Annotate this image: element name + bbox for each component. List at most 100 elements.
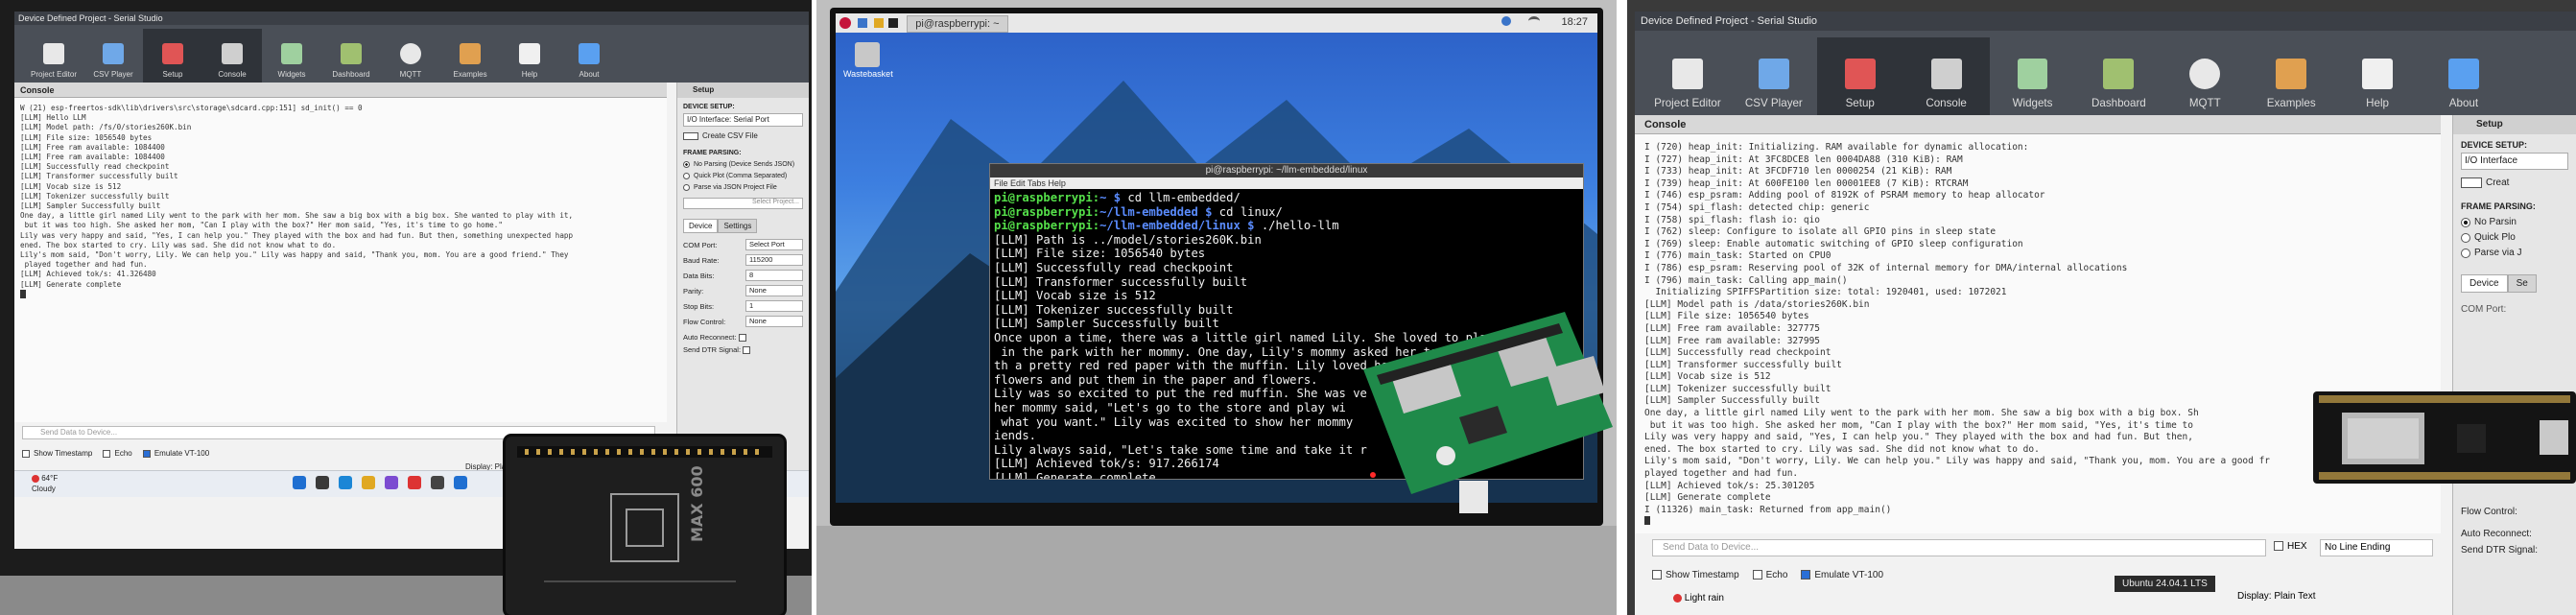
emulate-vt100-checkbox[interactable] bbox=[142, 449, 151, 458]
device-field-value[interactable]: None bbox=[745, 316, 803, 327]
create-csv-switch[interactable] bbox=[683, 131, 698, 140]
device-field-value[interactable]: None bbox=[745, 285, 803, 296]
terminal-title: pi@raspberrypi: ~/llm-embedded/linux bbox=[990, 164, 1583, 177]
frame-parsing-option[interactable]: Parse via JSON Project File bbox=[683, 182, 803, 194]
weather-widget[interactable]: 64°F Cloudy bbox=[32, 473, 58, 494]
frame-parsing-radio[interactable] bbox=[683, 172, 690, 179]
wifi-icon[interactable] bbox=[1528, 16, 1540, 26]
toolbar-dashboard[interactable]: Dashboard bbox=[321, 29, 381, 83]
console-line: [LLM] Vocab size is 512 bbox=[1644, 371, 1771, 383]
toolbar-project-editor[interactable]: Project Editor bbox=[24, 29, 83, 83]
serial-studio-window: Device Defined Project - Serial Studio P… bbox=[1635, 12, 2576, 615]
auto-reconnect-row[interactable]: Auto Reconnect: bbox=[683, 333, 803, 343]
auto-reconnect-checkbox[interactable] bbox=[738, 334, 746, 343]
show-timestamp-checkbox[interactable] bbox=[22, 449, 30, 458]
tab-device[interactable]: Device bbox=[683, 219, 719, 233]
frame-parsing-option[interactable]: Quick Plot (Comma Separated) bbox=[683, 171, 803, 182]
terminal-command: ./hello-llm bbox=[1254, 219, 1339, 233]
taskbar-app-icon[interactable] bbox=[362, 476, 375, 489]
frame-parsing-option[interactable]: No Parsing (Device Sends JSON) bbox=[683, 159, 803, 171]
toolbar-mqtt[interactable]: MQTT bbox=[2162, 37, 2248, 115]
terminal-command: cd llm-embedded/ bbox=[1121, 191, 1241, 204]
tab-settings[interactable]: Se bbox=[2507, 274, 2537, 294]
hex-checkbox[interactable] bbox=[2274, 541, 2283, 552]
wastebasket-icon[interactable] bbox=[855, 42, 880, 67]
console-line: I (754) spi_flash: detected chip: generi… bbox=[1644, 201, 1870, 213]
device-field-value[interactable]: Select Port bbox=[745, 239, 803, 250]
frame-parsing-option[interactable]: Quick Plo bbox=[2461, 230, 2568, 246]
toolbar-console[interactable]: Console bbox=[202, 29, 262, 83]
io-interface-select[interactable]: I/O Interface bbox=[2461, 153, 2568, 170]
frame-parsing-radio[interactable] bbox=[2461, 232, 2470, 243]
select-project-button[interactable]: Select Project... bbox=[683, 198, 803, 209]
emulate-vt100-checkbox[interactable] bbox=[1801, 570, 1811, 580]
send-data-input[interactable]: Send Data to Device... bbox=[1652, 539, 2266, 556]
toolbar-setup[interactable]: Setup bbox=[1816, 36, 1903, 115]
hex-option[interactable]: HEX bbox=[2274, 541, 2307, 552]
frame-parsing-radio[interactable] bbox=[683, 160, 690, 168]
toolbar-widgets[interactable]: Widgets bbox=[1990, 37, 2076, 115]
toolbar-csv-player[interactable]: CSV Player bbox=[83, 29, 143, 83]
send-dtr-label: Send DTR Signal: bbox=[2461, 545, 2539, 556]
taskbar-app-icon[interactable] bbox=[293, 476, 306, 489]
com-port-label: COM Port: bbox=[2461, 304, 2507, 316]
console-line: I (733) heap_init: At 3FCDF710 len 00002… bbox=[1644, 166, 1952, 177]
create-csv-toggle[interactable]: Create CSV File bbox=[683, 131, 803, 140]
toolbar-dashboard[interactable]: Dashboard bbox=[2075, 37, 2162, 115]
tab-device[interactable]: Device bbox=[2461, 274, 2508, 294]
taskbar-app-icon[interactable] bbox=[316, 476, 329, 489]
send-dtr-checkbox[interactable] bbox=[743, 346, 751, 355]
terminal-line: [LLM] Path is ../model/stories260K.bin bbox=[994, 232, 1262, 247]
device-field-value[interactable]: 1 bbox=[745, 300, 803, 312]
console-line: ened. The box started to cry. Lily was s… bbox=[20, 240, 337, 249]
toolbar-examples[interactable]: Examples bbox=[2248, 37, 2334, 115]
toolbar-label: CSV Player bbox=[93, 70, 133, 79]
toolbar-about[interactable]: About bbox=[2421, 37, 2507, 115]
file-manager-icon[interactable] bbox=[874, 18, 885, 28]
taskbar-app-icon[interactable] bbox=[454, 476, 467, 489]
taskbar-app-icon[interactable] bbox=[431, 476, 444, 489]
weather-widget[interactable]: Light rain bbox=[1673, 593, 1724, 603]
echo-checkbox[interactable] bbox=[1752, 570, 1762, 580]
frame-parsing-option[interactable]: No Parsin bbox=[2461, 215, 2568, 230]
create-csv-switch[interactable] bbox=[2461, 177, 2482, 188]
io-interface-select[interactable]: I/O Interface: Serial Port bbox=[683, 113, 803, 127]
terminal-icon[interactable] bbox=[888, 18, 899, 28]
device-field-value[interactable]: 115200 bbox=[745, 254, 803, 266]
frame-parsing-radio[interactable] bbox=[2461, 248, 2470, 258]
toolbar-examples[interactable]: Examples bbox=[440, 29, 500, 83]
device-field-label: Stop Bits: bbox=[683, 301, 715, 311]
console-line: I (739) heap_init: At 600FE100 len 00001… bbox=[1644, 177, 1969, 189]
line-ending-select[interactable]: No Line Ending bbox=[2320, 539, 2433, 556]
console-line: W (21) esp-freertos-sdk\lib\drivers\src\… bbox=[20, 104, 363, 112]
echo-checkbox[interactable] bbox=[103, 449, 111, 458]
toolbar-setup[interactable]: Setup bbox=[143, 29, 202, 83]
toolbar-about[interactable]: About bbox=[559, 29, 619, 83]
terminal-menu[interactable]: File Edit Tabs Help bbox=[990, 177, 1583, 189]
taskbar-app-icon[interactable] bbox=[339, 476, 352, 489]
taskbar-window-button[interactable]: pi@raspberrypi: ~ bbox=[907, 15, 1008, 33]
raspberry-menu-icon[interactable] bbox=[839, 17, 851, 29]
frame-parsing-radio[interactable] bbox=[2461, 217, 2470, 227]
taskbar-app-icon[interactable] bbox=[385, 476, 398, 489]
bluetooth-icon[interactable] bbox=[1501, 16, 1511, 26]
browser-icon[interactable] bbox=[858, 18, 868, 28]
toolbar-help[interactable]: Help bbox=[2334, 37, 2421, 115]
send-dtr-row[interactable]: Send DTR Signal: bbox=[683, 345, 803, 355]
device-field-value[interactable]: 8 bbox=[745, 270, 803, 281]
toolbar-label: Widgets bbox=[277, 70, 306, 79]
create-csv-toggle[interactable]: Creat bbox=[2461, 177, 2568, 188]
toolbar-project-editor[interactable]: Project Editor bbox=[1644, 37, 1731, 115]
frame-parsing-radio[interactable] bbox=[683, 183, 690, 191]
terminal-prompt-user: pi@raspberrypi: bbox=[994, 191, 1100, 204]
tab-settings[interactable]: Settings bbox=[718, 219, 758, 233]
toolbar-widgets[interactable]: Widgets bbox=[262, 29, 321, 83]
toolbar-help[interactable]: Help bbox=[500, 29, 559, 83]
frame-parsing-option[interactable]: Parse via J bbox=[2461, 246, 2568, 261]
toolbar-console[interactable]: Console bbox=[1902, 36, 1990, 115]
weather-desc: Light rain bbox=[1684, 593, 1724, 603]
toolbar-mqtt[interactable]: MQTT bbox=[381, 29, 440, 83]
show-timestamp-checkbox[interactable] bbox=[1652, 570, 1662, 580]
toolbar-csv-player[interactable]: CSV Player bbox=[1731, 37, 1817, 115]
taskbar-app-icon[interactable] bbox=[408, 476, 421, 489]
